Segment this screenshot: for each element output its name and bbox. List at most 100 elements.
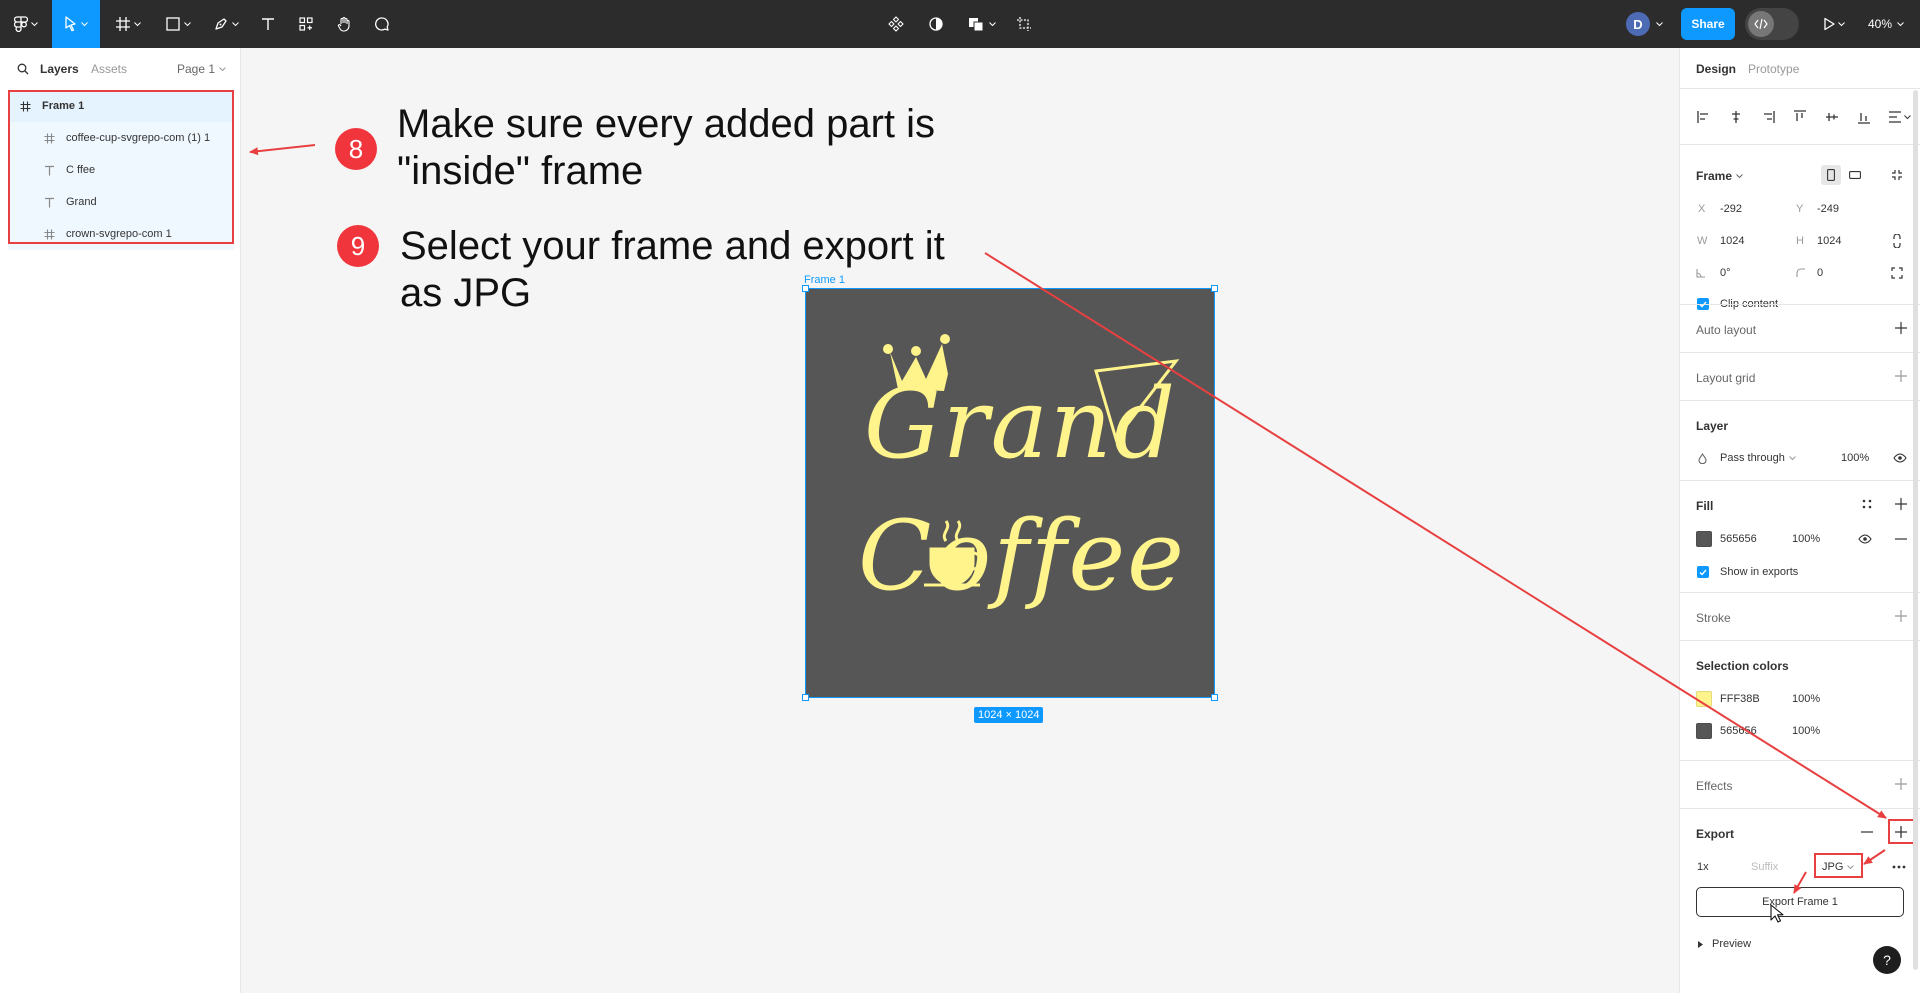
portrait-orientation-icon[interactable] [1821,165,1841,185]
more-options-icon[interactable] [1888,857,1910,877]
selection-color-swatch-2[interactable] [1696,723,1712,739]
rotation-input[interactable]: 0° [1720,267,1731,279]
page-selector[interactable]: Page 1 [177,62,226,76]
selection-color-swatch-1[interactable] [1696,691,1712,707]
align-left-icon[interactable] [1692,107,1716,127]
remove-export-icon[interactable] [1858,823,1876,841]
resize-handle-top-right[interactable] [1211,285,1218,292]
tab-assets[interactable]: Assets [91,62,127,76]
blend-mode-dropdown[interactable]: Pass through [1720,452,1796,464]
chevron-down-icon[interactable] [1656,22,1663,27]
layer-opacity-input[interactable]: 100% [1841,452,1869,464]
selected-frame[interactable]: Grand Coffee [802,285,1218,701]
selection-color-hex-1[interactable]: FFF38B [1720,693,1760,705]
dev-mode-toggle[interactable] [1745,8,1799,40]
hand-tool-button[interactable] [328,0,360,48]
eye-icon[interactable] [1890,448,1910,468]
logo-word-grand: Grand [864,368,1177,480]
mask-button[interactable] [920,0,952,48]
remove-fill-icon[interactable] [1891,529,1911,549]
main-menu-button[interactable] [8,0,44,48]
present-button[interactable] [1818,0,1850,48]
landscape-orientation-icon[interactable] [1845,165,1865,185]
share-button[interactable]: Share [1681,8,1735,40]
add-auto-layout-icon[interactable] [1892,319,1910,337]
components-grid-icon [299,17,313,31]
constrain-proportions-icon[interactable] [1887,231,1907,251]
logo-word-coffee: Coffee [858,500,1186,612]
resize-to-fit-icon[interactable] [1887,165,1907,185]
selection-colors-section: Selection colors FFF38B 100% 565656 100% [1680,640,1920,753]
selection-color-opacity-2[interactable]: 100% [1792,725,1820,737]
export-suffix-input[interactable]: Suffix [1751,861,1778,873]
text-tool-button[interactable] [252,0,284,48]
fill-hex-input[interactable]: 565656 [1720,533,1757,545]
export-frame-button[interactable]: Export Frame 1 [1696,887,1904,917]
resize-handle-bottom-right[interactable] [1211,694,1218,701]
user-avatar[interactable]: D [1626,12,1650,36]
align-top-icon[interactable] [1788,107,1812,127]
export-preview-toggle[interactable]: Preview [1698,938,1751,950]
frame-icon [116,17,130,31]
tab-prototype[interactable]: Prototype [1748,62,1799,76]
distribute-icon[interactable] [1884,107,1914,127]
fill-opacity-input[interactable]: 100% [1792,533,1820,545]
check-icon [1699,569,1707,576]
crop-image-button[interactable] [1008,0,1040,48]
rotation-icon [1695,267,1707,279]
frame-type-dropdown[interactable]: Frame [1696,169,1743,183]
add-effect-icon[interactable] [1892,775,1910,793]
chevron-down-icon [1838,21,1845,26]
chevron-down-icon [1897,21,1904,26]
chevron-down-icon [184,21,191,26]
styles-grid-icon[interactable] [1858,495,1876,513]
align-bottom-icon[interactable] [1852,107,1876,127]
add-stroke-icon[interactable] [1892,607,1910,625]
pen-tool-button[interactable] [206,0,246,48]
boolean-operations-button[interactable] [962,0,1002,48]
shape-tool-button[interactable] [158,0,198,48]
comment-tool-button[interactable] [366,0,398,48]
chevron-down-icon [31,21,38,26]
resources-button[interactable] [290,0,322,48]
y-input[interactable]: -249 [1817,203,1839,215]
frame-tool-button[interactable] [108,0,148,48]
add-layout-grid-icon[interactable] [1892,367,1910,385]
create-component-button[interactable] [880,0,912,48]
align-right-icon[interactable] [1756,107,1780,127]
resize-handle-top-left[interactable] [802,285,809,292]
step-8-badge: 8 [335,128,377,170]
help-button[interactable]: ? [1873,946,1901,974]
search-icon[interactable] [17,63,29,75]
chevron-down-icon [1736,173,1743,178]
canvas[interactable]: 8 Make sure every added part is "inside"… [241,48,1679,993]
export-scale-input[interactable]: 1x [1697,861,1709,873]
properties-scrollbar[interactable] [1913,90,1918,970]
independent-corners-icon[interactable] [1887,263,1907,283]
align-vertical-center-icon[interactable] [1820,107,1844,127]
x-input[interactable]: -292 [1720,203,1742,215]
move-tool-button[interactable] [52,0,100,48]
stroke-section: Stroke [1680,592,1920,641]
layers-panel-tabs: Layers Assets Page 1 [0,48,240,88]
corner-radius-input[interactable]: 0 [1817,267,1823,279]
align-horizontal-center-icon[interactable] [1724,107,1748,127]
tab-layers[interactable]: Layers [40,62,79,76]
frame-name-label[interactable]: Frame 1 [804,274,845,286]
show-in-exports-checkbox[interactable] [1697,566,1709,578]
eye-icon[interactable] [1855,529,1875,549]
resize-handle-bottom-left[interactable] [802,694,809,701]
zoom-level[interactable]: 40% [1868,0,1904,48]
tab-design[interactable]: Design [1696,62,1736,76]
height-input[interactable]: 1024 [1817,235,1841,247]
fill-color-swatch[interactable] [1696,531,1712,547]
properties-panel: Design Prototype Frame X -292 Y -249 W 1… [1679,48,1920,993]
selection-color-hex-2[interactable]: 565656 [1720,725,1757,737]
width-input[interactable]: 1024 [1720,235,1744,247]
layout-grid-section: Layout grid [1680,352,1920,401]
caret-right-icon [1698,940,1703,948]
add-fill-icon[interactable] [1892,495,1910,513]
text-icon [262,18,274,30]
selection-color-opacity-1[interactable]: 100% [1792,693,1820,705]
blend-mode-drop-icon [1695,451,1709,465]
